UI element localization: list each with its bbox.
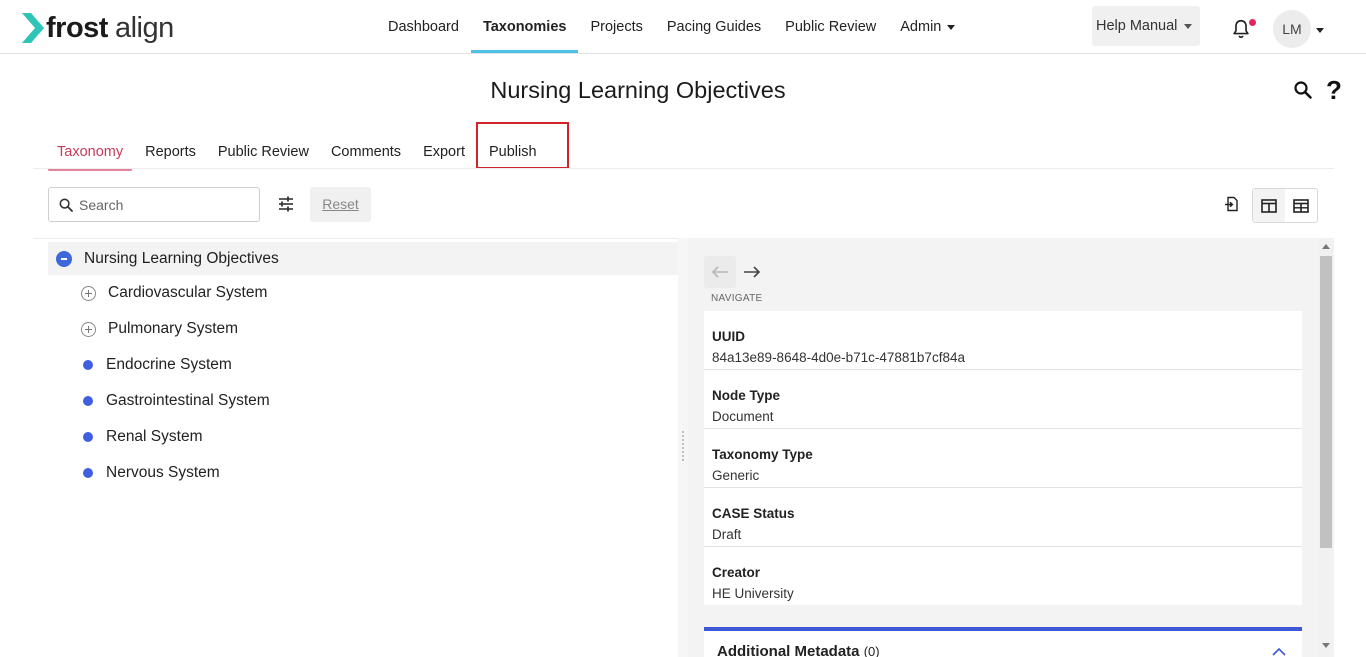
info-value: Draft — [712, 527, 742, 542]
leaf-node-dot-icon — [83, 432, 93, 442]
expand-icon[interactable] — [81, 322, 96, 337]
frost-align-logo[interactable]: frost align — [22, 12, 174, 44]
leaf-node-dot-icon — [83, 396, 93, 406]
info-key: CASE Status — [712, 506, 795, 521]
additional-metadata-label: Additional Metadata — [717, 643, 860, 657]
tab-public-review[interactable]: Public Review — [207, 138, 320, 169]
tab-export[interactable]: Export — [412, 138, 476, 169]
nav-item-admin[interactable]: Admin — [888, 0, 967, 53]
info-value: 84a13e89-8648-4d0e-b71c-47881b7cf84a — [712, 350, 965, 365]
arrow-left-icon — [711, 266, 728, 278]
panel-resize-handle[interactable] — [678, 238, 688, 657]
taxonomy-tree-panel: Nursing Learning Objectives Cardiovascul… — [33, 238, 678, 657]
navigate-label: NAVIGATE — [711, 293, 763, 304]
node-navigation — [704, 256, 768, 288]
drag-grip-icon — [681, 430, 685, 462]
info-key: Taxonomy Type — [712, 447, 813, 462]
chevron-up-icon[interactable] — [1272, 647, 1286, 657]
table-icon — [1293, 198, 1309, 213]
main-nav: Dashboard Taxonomies Projects Pacing Gui… — [376, 0, 967, 53]
leaf-node-dot-icon — [83, 360, 93, 370]
scroll-down-arrow-icon[interactable] — [1322, 643, 1330, 648]
tree-item-label: Gastrointestinal System — [106, 392, 270, 409]
info-key: UUID — [712, 329, 745, 344]
collapse-icon[interactable] — [56, 251, 72, 267]
search-icon[interactable] — [1293, 80, 1313, 100]
tab-taxonomy[interactable]: Taxonomy — [46, 138, 134, 171]
split-view-button[interactable] — [1253, 189, 1285, 222]
tab-comments[interactable]: Comments — [320, 138, 412, 169]
tree-item-label: Renal System — [106, 428, 203, 445]
tree-item-label: Endocrine System — [106, 356, 232, 373]
additional-metadata-title: Additional Metadata (0) — [717, 643, 880, 657]
info-value: HE University — [712, 586, 794, 601]
scroll-up-arrow-icon[interactable] — [1322, 244, 1330, 249]
tree-item-renal-system[interactable]: Renal System — [80, 423, 640, 453]
filter-sliders-icon[interactable] — [276, 194, 296, 214]
leaf-node-dot-icon — [83, 468, 93, 478]
tab-reports[interactable]: Reports — [134, 138, 207, 169]
help-manual-dropdown[interactable]: Help Manual — [1092, 6, 1200, 46]
info-row-taxonomy-type: Taxonomy Type Generic — [704, 429, 1302, 488]
help-manual-label: Help Manual — [1096, 18, 1178, 34]
columns-icon — [1261, 198, 1277, 213]
chevron-down-icon — [947, 24, 956, 30]
expand-icon[interactable] — [81, 286, 96, 301]
tree-item-label: Cardiovascular System — [108, 284, 268, 301]
nav-item-public-review[interactable]: Public Review — [773, 0, 888, 53]
tree-root-label: Nursing Learning Objectives — [84, 250, 279, 267]
tree-item-label: Pulmonary System — [108, 320, 239, 337]
info-row-node-type: Node Type Document — [704, 370, 1302, 429]
user-avatar[interactable]: LM — [1273, 10, 1311, 48]
additional-metadata-accordion[interactable]: Additional Metadata (0) — [704, 627, 1302, 657]
info-value: Document — [712, 409, 774, 424]
table-view-button[interactable] — [1285, 189, 1317, 222]
info-key: Creator — [712, 565, 761, 580]
tabs-divider — [33, 168, 1334, 169]
file-export-icon[interactable] — [1224, 196, 1240, 212]
tree-item-gastrointestinal-system[interactable]: Gastrointestinal System — [80, 387, 640, 417]
nav-item-admin-label: Admin — [900, 19, 942, 35]
tree-item-label: Nervous System — [106, 464, 220, 481]
tab-publish[interactable]: Publish — [475, 122, 569, 169]
taxonomy-tabs: Taxonomy Reports Public Review Comments … — [46, 122, 569, 171]
tree-item-cardiovascular-system[interactable]: Cardiovascular System — [80, 279, 640, 309]
help-icon[interactable]: ? — [1326, 76, 1342, 104]
info-row-creator: Creator HE University — [704, 547, 1302, 605]
nav-item-projects[interactable]: Projects — [578, 0, 654, 53]
node-details-panel: NAVIGATE UUID 84a13e89-8648-4d0e-b71c-47… — [688, 238, 1334, 657]
scrollbar-thumb[interactable] — [1320, 256, 1332, 548]
tree-item-nervous-system[interactable]: Nervous System — [80, 459, 640, 489]
arrow-right-icon — [744, 266, 761, 278]
additional-metadata-count: (0) — [863, 644, 880, 657]
info-key: Node Type — [712, 388, 781, 403]
tree-root-node[interactable]: Nursing Learning Objectives — [48, 242, 678, 275]
nav-item-pacing-guides[interactable]: Pacing Guides — [655, 0, 773, 53]
logo-text-light: align — [114, 12, 174, 44]
info-value: Generic — [712, 468, 760, 483]
chevron-down-icon — [1184, 23, 1193, 29]
node-info-card: UUID 84a13e89-8648-4d0e-b71c-47881b7cf84… — [704, 311, 1302, 605]
info-row-uuid: UUID 84a13e89-8648-4d0e-b71c-47881b7cf84… — [704, 311, 1302, 370]
tree-item-pulmonary-system[interactable]: Pulmonary System — [80, 315, 640, 345]
info-row-case-status: CASE Status Draft — [704, 488, 1302, 547]
page-title: Nursing Learning Objectives — [490, 77, 786, 103]
nav-item-taxonomies[interactable]: Taxonomies — [470, 0, 579, 53]
view-layout-toggle — [1252, 188, 1318, 223]
search-icon — [59, 198, 73, 212]
tree-search-input[interactable] — [79, 188, 254, 221]
logo-text-bold: frost — [46, 12, 108, 44]
next-node-button[interactable] — [736, 256, 768, 288]
previous-node-button[interactable] — [704, 256, 736, 288]
tree-item-endocrine-system[interactable]: Endocrine System — [80, 351, 640, 381]
top-navbar: frost align Dashboard Taxonomies Project… — [0, 0, 1366, 54]
notification-badge — [1249, 19, 1256, 26]
logo-chevron-icon — [22, 13, 44, 43]
nav-item-dashboard[interactable]: Dashboard — [376, 0, 471, 53]
reset-button[interactable]: Reset — [310, 187, 371, 222]
chevron-down-icon[interactable] — [1316, 28, 1324, 33]
tree-search-box — [48, 187, 260, 222]
